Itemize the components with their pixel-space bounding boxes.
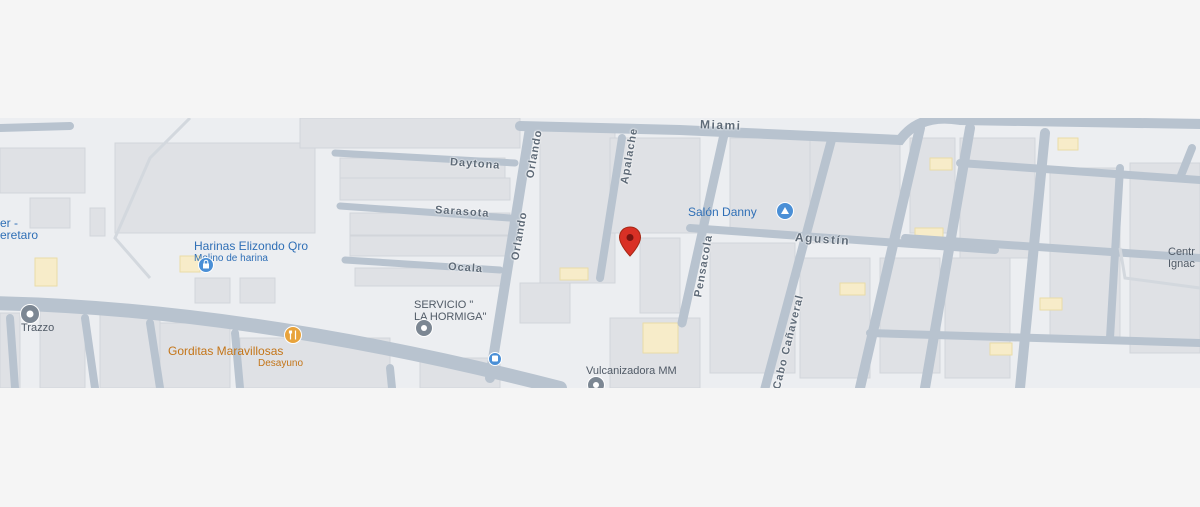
- poi-left-cut-line2: eretaro: [0, 228, 39, 242]
- poi-salon-danny-name[interactable]: Salón Danny: [688, 205, 757, 219]
- street-label-miami: Miami: [699, 118, 742, 133]
- poi-servicio-line1[interactable]: SERVICIO ": [414, 299, 473, 311]
- poi-right-cut-line1: Centr: [1168, 246, 1195, 258]
- poi-right-cut-line2: Ignac: [1168, 258, 1195, 270]
- poi-harinas-name[interactable]: Harinas Elizondo Qro: [194, 239, 308, 253]
- street-label-ocala: Ocala: [447, 260, 484, 276]
- poi-gorditas-name[interactable]: Gorditas Maravillosas: [168, 344, 283, 358]
- poi-trazzo[interactable]: Trazzo: [21, 322, 54, 334]
- map-view[interactable]: Miami Agustín Daytona Sarasota Ocala Orl…: [0, 118, 1200, 388]
- poi-gorditas-category: Desayuno: [258, 358, 304, 369]
